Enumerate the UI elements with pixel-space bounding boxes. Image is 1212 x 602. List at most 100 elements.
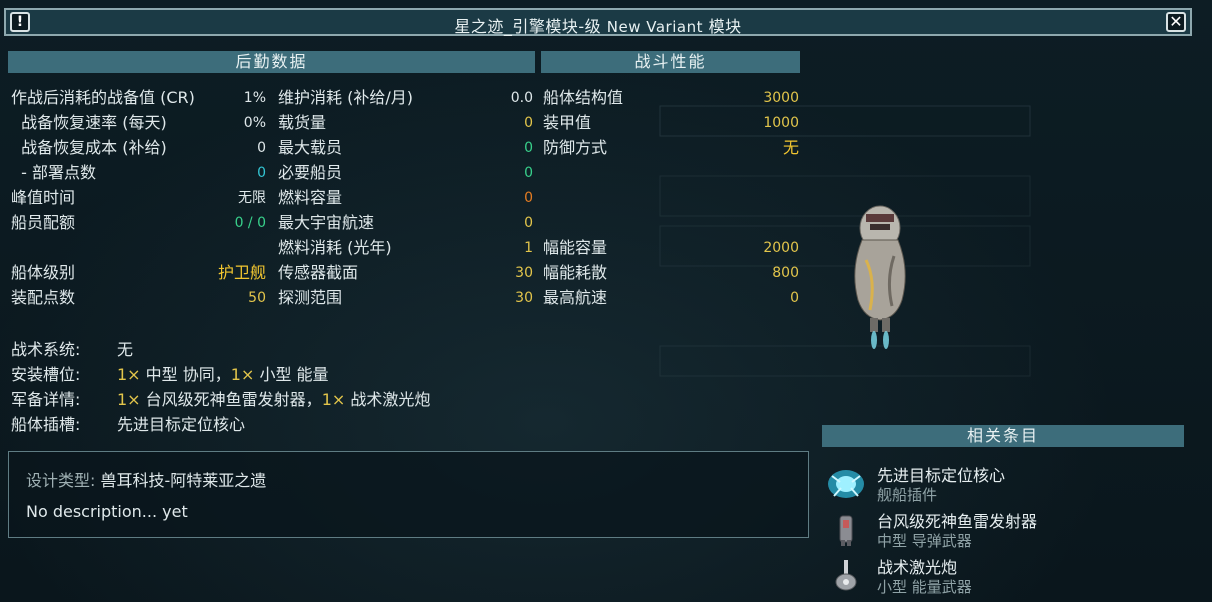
stat-label: 载货量 — [278, 113, 327, 132]
related-name: 战术激光炮 — [877, 558, 958, 577]
stat-row: 最大载员 0 — [278, 136, 533, 160]
stat-value: 0.0 — [510, 90, 533, 106]
stat-value: 无 — [782, 138, 799, 157]
ship-detail-dialog: ! 星之迹_引擎模块-级 New Variant 模块 ✕ 后勤数据 战斗性能 … — [0, 0, 1212, 602]
stat-value: 0 — [524, 215, 533, 231]
related-item-laser[interactable]: 战术激光炮 小型 能量武器 — [822, 554, 1192, 600]
stat-row: 必要船员 0 — [278, 161, 533, 185]
stat-row — [11, 236, 266, 260]
stat-label: 装甲值 — [543, 113, 592, 132]
stat-label: 最高航速 — [543, 288, 608, 307]
close-button[interactable]: ✕ — [1166, 12, 1186, 32]
design-type-value: 兽耳科技-阿特莱亚之遗 — [100, 471, 267, 490]
stat-label: 峰值时间 — [11, 188, 76, 207]
stat-value: 0 — [257, 165, 266, 181]
related-header: 相关条目 — [822, 425, 1184, 447]
design-type-label: 设计类型: — [26, 471, 96, 490]
stat-value: 0 — [790, 290, 799, 306]
stat-row: 船体级别 护卫舰 — [11, 261, 266, 285]
related-item-torpedo[interactable]: 台风级死神鱼雷发射器 中型 导弹武器 — [822, 508, 1192, 554]
stat-label: 必要船员 — [278, 163, 343, 182]
stat-label: 幅能容量 — [543, 238, 608, 257]
stat-label: 最大宇宙航速 — [278, 213, 375, 232]
stat-value: 0 — [524, 140, 533, 156]
combat-header: 战斗性能 — [541, 51, 800, 73]
stat-label: 维护消耗 (补给/月) — [278, 88, 413, 107]
stat-row: 船体结构值 3000 — [543, 86, 799, 110]
stat-row: 维护消耗 (补给/月) 0.0 — [278, 86, 533, 110]
stat-row: 战备恢复成本 (补给) 0 — [11, 136, 266, 160]
laser-cannon-icon — [826, 556, 866, 596]
tactical-system-value: 无 — [117, 340, 134, 359]
stat-row: - 部署点数 0 — [11, 161, 266, 185]
stat-value: 3000 — [763, 90, 799, 106]
stat-row: 装甲值 1000 — [543, 111, 799, 135]
stat-label: 幅能耗散 — [543, 263, 608, 282]
stat-value: 50 — [248, 290, 266, 306]
stat-label: 传感器截面 — [278, 263, 359, 282]
armament-label: 军备详情: — [11, 390, 81, 409]
mounts-qty-1: 1× — [117, 365, 141, 384]
torpedo-launcher-icon-graphic — [839, 515, 853, 546]
stat-value: 30 — [515, 265, 533, 281]
stat-value: 0% — [243, 115, 266, 131]
stat-label: 燃料容量 — [278, 188, 343, 207]
stat-value: 0 — [524, 190, 533, 206]
laser-cannon-icon-graphic — [835, 560, 857, 591]
armament-value-2: 战术激光炮 — [345, 390, 431, 409]
stat-label: 燃料消耗 (光年) — [278, 238, 392, 257]
armament-row: 军备详情: 1× 台风级死神鱼雷发射器，1× 战术激光炮 — [11, 388, 430, 412]
variant-name: New Variant — [606, 18, 703, 36]
mounts-qty-2: 1× — [230, 365, 255, 384]
description-box: 设计类型: 兽耳科技-阿特莱亚之遗 No description... yet — [8, 451, 809, 538]
title-bar: ! 星之迹_引擎模块-级 New Variant 模块 ✕ — [4, 8, 1192, 36]
stat-label: 船体结构值 — [543, 88, 624, 107]
mounts-label: 安装槽位: — [11, 365, 81, 384]
stat-row — [543, 161, 799, 185]
stat-row: 探测范围 30 — [278, 286, 533, 310]
stat-value: 护卫舰 — [217, 263, 266, 282]
stat-row: 作战后消耗的战备值 (CR) 1% — [11, 86, 266, 110]
description-text: No description... yet — [26, 502, 188, 521]
stat-row: 最大宇宙航速 0 — [278, 211, 533, 235]
stat-value: 1 — [524, 240, 533, 256]
stat-value: 0 — [524, 115, 533, 131]
stat-value: 1000 — [763, 115, 799, 131]
design-type: 设计类型: 兽耳科技-阿特莱亚之遗 — [26, 467, 266, 491]
stat-value: 0 — [257, 140, 266, 156]
stat-label: 作战后消耗的战备值 (CR) — [11, 88, 195, 107]
logistics-header: 后勤数据 — [8, 51, 535, 73]
hullmods-value: 先进目标定位核心 — [117, 415, 246, 434]
stat-row: 幅能耗散 800 — [543, 261, 799, 285]
stat-row: 船员配额 0 / 0 — [11, 211, 266, 235]
stat-row: 装配点数 50 — [11, 286, 266, 310]
related-category: 小型 能量武器 — [877, 578, 972, 596]
stat-value: 0 / 0 — [234, 215, 266, 231]
armament-value-1: 台风级死神鱼雷发射器， — [140, 390, 322, 409]
related-category: 舰船插件 — [877, 486, 938, 504]
stat-label: 船体级别 — [11, 263, 76, 282]
related-name: 先进目标定位核心 — [877, 466, 1006, 485]
ship-sprite — [840, 200, 920, 360]
stat-row: 峰值时间 无限 — [11, 186, 266, 210]
mounts-value-1: 中型 协同， — [140, 365, 231, 384]
mounts-value-2: 小型 能量 — [254, 365, 329, 384]
stat-row — [543, 186, 799, 210]
related-name: 台风级死神鱼雷发射器 — [877, 512, 1038, 531]
related-item-hullmod[interactable]: 先进目标定位核心 舰船插件 — [822, 462, 1192, 508]
ship-sprite-graphic — [854, 205, 906, 349]
stat-label: 战备恢复速率 (每天) — [11, 113, 167, 132]
stat-value: 800 — [772, 265, 799, 281]
hullmods-row: 船体插槽: 先进目标定位核心 — [11, 413, 245, 437]
title-suffix: 模块 — [708, 17, 742, 36]
dialog-title: 星之迹_引擎模块-级 New Variant 模块 — [6, 13, 1190, 37]
stat-label: 防御方式 — [543, 138, 608, 157]
armament-qty-1: 1× — [117, 390, 141, 409]
stat-label: 探测范围 — [278, 288, 343, 307]
stat-value: 1% — [243, 90, 266, 106]
hullmod-icon — [826, 464, 866, 504]
stat-label: 战备恢复成本 (补给) — [11, 138, 167, 157]
stat-value: 30 — [515, 290, 533, 306]
stat-label: 船员配额 — [11, 213, 76, 232]
hullmod-icon-graphic — [828, 470, 864, 498]
